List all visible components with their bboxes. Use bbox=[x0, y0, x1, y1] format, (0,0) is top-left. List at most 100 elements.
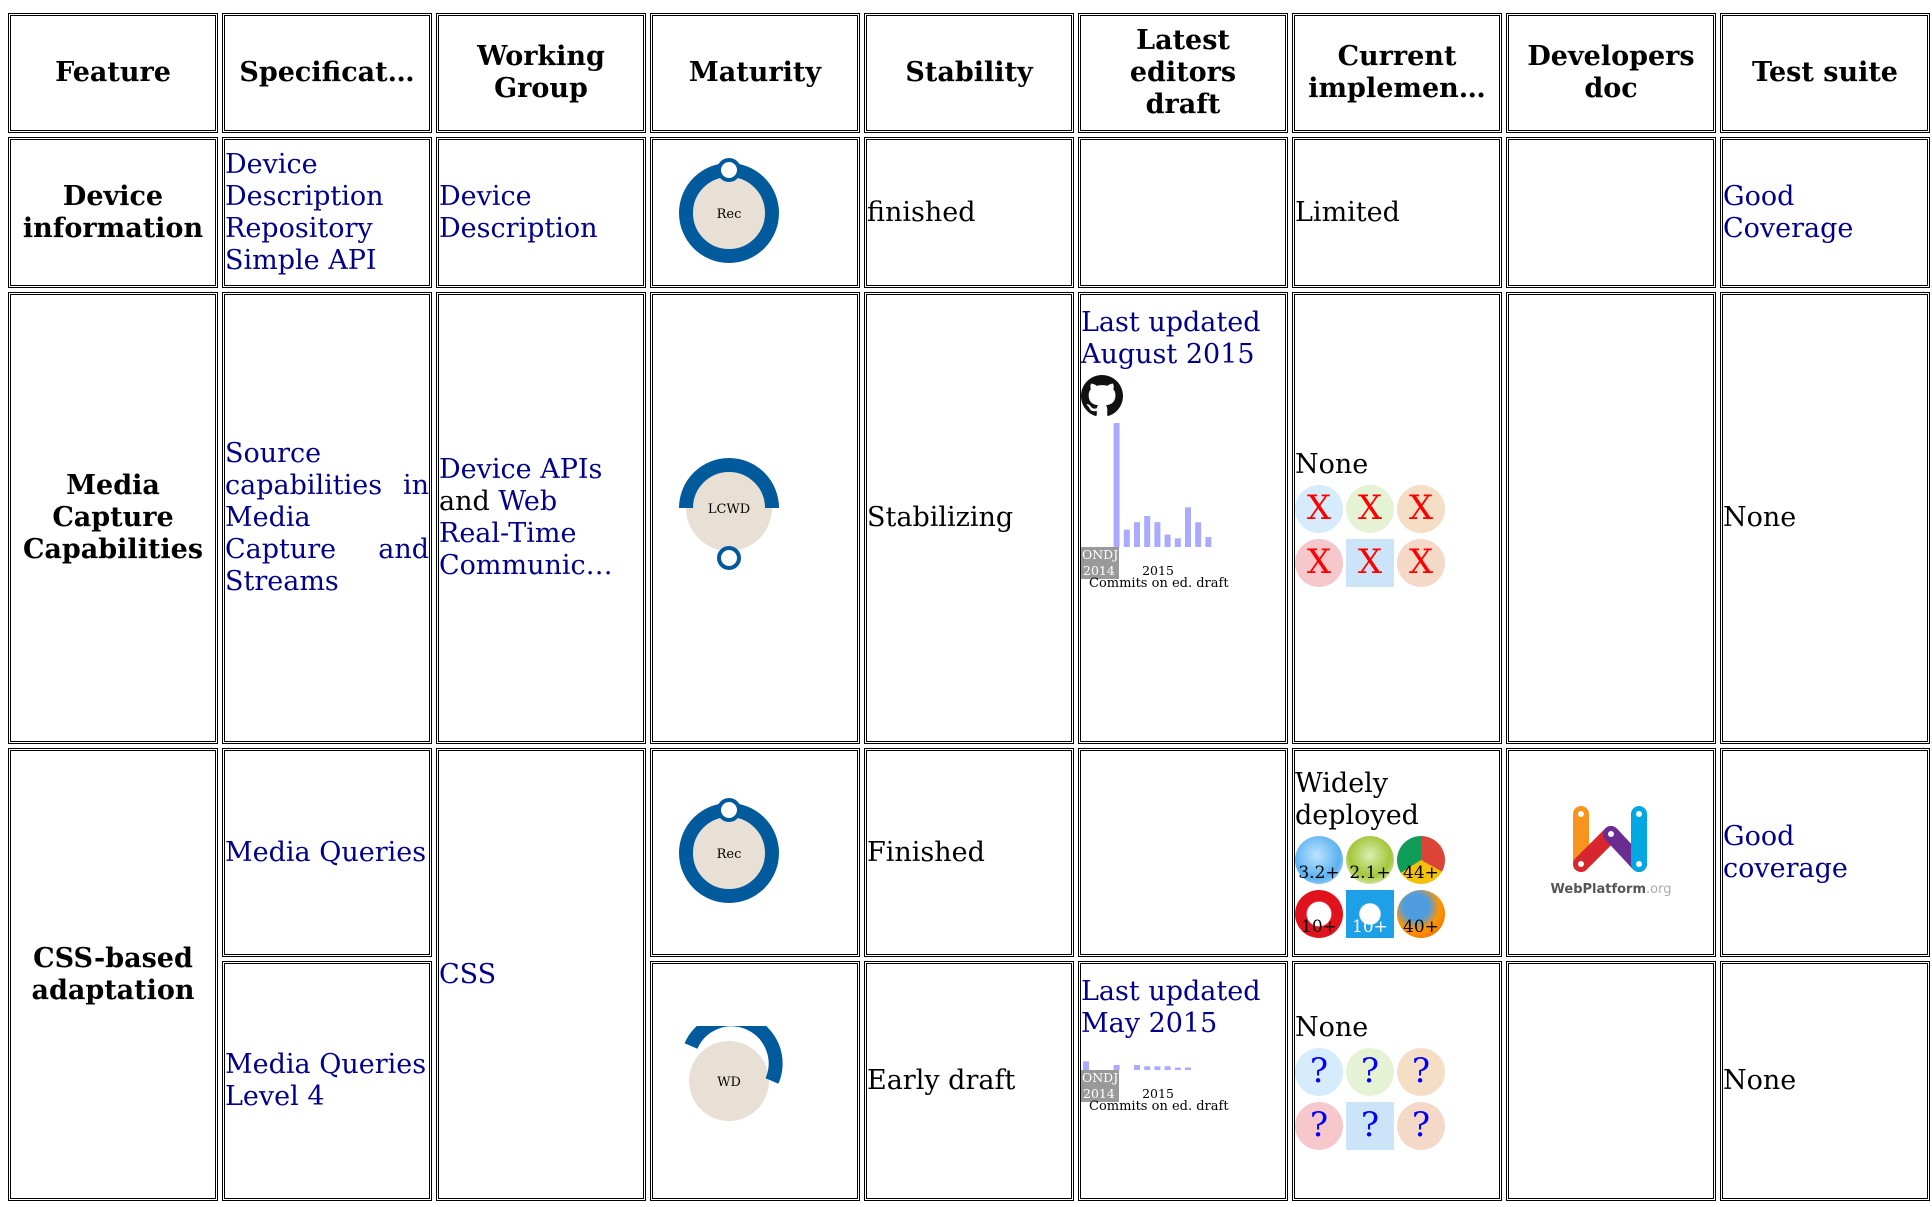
spec-link[interactable]: Source capabilities in Media Capture and… bbox=[225, 438, 429, 598]
table-row: CSS-based adaptation Media Queries CSS R… bbox=[8, 748, 1930, 1201]
stability-cell: finished bbox=[864, 137, 1074, 288]
implementation-cell: Widely deployed 3.2+ 2.1+ 44+ 10+ 10+ 40+ bbox=[1292, 748, 1502, 957]
opera-icon: ? bbox=[1295, 1102, 1343, 1150]
commit-bar bbox=[1174, 538, 1181, 547]
webplatform-label: WebPlatform bbox=[1550, 882, 1647, 897]
commits-chart: ONDJ FMAMJ J A S 2014 2015 bbox=[1081, 423, 1212, 579]
developers-doc-cell bbox=[1506, 292, 1716, 744]
maturity-dot bbox=[717, 546, 741, 570]
version-label: 3.2+ bbox=[1298, 862, 1340, 883]
draft-updated-link[interactable]: Last updated August 2015 bbox=[1081, 307, 1285, 371]
not-supported-mark: X bbox=[1306, 542, 1332, 582]
maturity-lcwd-icon: LCWD bbox=[679, 458, 779, 570]
android-icon: 2.1+ bbox=[1346, 835, 1394, 884]
commits-caption: Commits on ed. draft bbox=[1089, 1099, 1229, 1114]
not-supported-mark: X bbox=[1306, 488, 1332, 528]
webplatform-suffix: .org bbox=[1646, 882, 1672, 897]
header-row: Feature Specificat… Working Group Maturi… bbox=[8, 13, 1930, 133]
spec-link[interactable]: Media Queries Level 4 bbox=[225, 1049, 426, 1112]
opera-icon: 10+ bbox=[1295, 889, 1343, 938]
months-label: ONDJ FMAMJ J A S bbox=[1082, 1070, 1205, 1085]
spec-link[interactable]: Media Queries bbox=[225, 837, 426, 868]
firefox-icon: 40+ bbox=[1397, 889, 1445, 938]
draft-cell: Last updated August 2015 ONDJ FMAMJ J A … bbox=[1078, 292, 1288, 744]
android-icon: X bbox=[1346, 485, 1394, 533]
firefox-icon: ? bbox=[1397, 1102, 1445, 1150]
maturity-dot bbox=[717, 797, 741, 822]
webplatform-logo[interactable]: WebPlatform.org bbox=[1550, 804, 1672, 898]
draft-updated-link[interactable]: Last updated May 2015 bbox=[1081, 976, 1285, 1040]
version-label: 10+ bbox=[1301, 916, 1337, 937]
browser-icons: XXXXXX bbox=[1295, 485, 1499, 587]
commit-bar bbox=[1123, 529, 1130, 547]
version-label: 10+ bbox=[1352, 916, 1388, 937]
browser-icons: ?????? bbox=[1295, 1048, 1499, 1150]
safari-icon: 3.2+ bbox=[1295, 835, 1343, 884]
group-link[interactable]: CSS bbox=[439, 959, 496, 990]
feature-name: Media Capture Capabilities bbox=[8, 292, 218, 744]
opera-icon: X bbox=[1295, 539, 1343, 587]
version-label: 44+ bbox=[1403, 862, 1439, 883]
header-maturity: Maturity bbox=[650, 13, 860, 133]
unknown-mark: ? bbox=[1360, 1051, 1380, 1091]
maturity-label: LCWD bbox=[708, 502, 750, 517]
header-implementations: Current implemen… bbox=[1292, 13, 1502, 133]
commit-bar bbox=[1134, 522, 1140, 547]
maturity-rec-icon: Rec bbox=[679, 157, 779, 263]
draft-cell: Last updated May 2015 ONDJ FMAMJ J A S 2… bbox=[1078, 961, 1288, 1201]
header-latest-draft: Latest editors draft bbox=[1078, 13, 1288, 133]
maturity-label: WD bbox=[717, 1075, 741, 1090]
header-test-suite: Test suite bbox=[1720, 13, 1930, 133]
header-stability: Stability bbox=[864, 13, 1074, 133]
implementation-cell: None XXXXXX bbox=[1292, 292, 1502, 744]
maturity-wd-icon: WD bbox=[684, 1026, 783, 1121]
implementation-status: None bbox=[1295, 449, 1369, 480]
not-supported-mark: X bbox=[1357, 542, 1383, 582]
unknown-mark: ? bbox=[1360, 1105, 1380, 1145]
test-suite-link[interactable]: Good Coverage bbox=[1723, 181, 1853, 244]
group-cell: Device Description bbox=[436, 137, 646, 288]
implementation-cell: Limited bbox=[1292, 137, 1502, 288]
maturity-dot bbox=[717, 157, 741, 182]
header-working-group: Working Group bbox=[436, 13, 646, 133]
group-cell: CSS bbox=[436, 748, 646, 1201]
unknown-mark: ? bbox=[1309, 1051, 1329, 1091]
months-label: ONDJ FMAMJ J A S bbox=[1082, 547, 1205, 562]
maturity-cell: Rec bbox=[650, 748, 860, 957]
version-label: 40+ bbox=[1403, 916, 1439, 937]
stability-cell: Finished bbox=[864, 748, 1074, 957]
unknown-mark: ? bbox=[1411, 1105, 1431, 1145]
maturity-cell: Rec bbox=[650, 137, 860, 288]
spec-cell: Source capabilities in Media Capture and… bbox=[222, 292, 432, 744]
implementation-status: None bbox=[1295, 1012, 1369, 1043]
header-developers-doc: Developers doc bbox=[1506, 13, 1716, 133]
commit-bars bbox=[1083, 1061, 1191, 1070]
ie-icon: 10+ bbox=[1346, 889, 1394, 938]
test-suite-cell: None bbox=[1720, 961, 1930, 1201]
github-icon[interactable] bbox=[1081, 375, 1123, 417]
test-suite-link[interactable]: Good coverage bbox=[1723, 821, 1848, 884]
commit-bar bbox=[1185, 507, 1191, 547]
spec-status-table: Feature Specificat… Working Group Maturi… bbox=[4, 9, 1932, 1205]
group-link-device-apis[interactable]: Device APIs bbox=[439, 454, 602, 485]
maturity-cell: LCWD bbox=[650, 292, 860, 744]
spec-link[interactable]: Device Description Repository Simple API bbox=[225, 149, 384, 276]
maturity-label: Rec bbox=[717, 207, 742, 222]
spec-cell: Media Queries Level 4 bbox=[222, 961, 432, 1201]
version-label: 2.1+ bbox=[1349, 862, 1391, 883]
spec-cell: Media Queries bbox=[222, 748, 432, 957]
not-supported-mark: X bbox=[1357, 488, 1383, 528]
feature-name: Device information bbox=[8, 137, 218, 288]
stability-cell: Stabilizing bbox=[864, 292, 1074, 744]
feature-name: CSS-based adaptation bbox=[8, 748, 218, 1201]
maturity-label: Rec bbox=[717, 847, 742, 862]
group-link[interactable]: Device Description bbox=[439, 181, 598, 244]
group-and: and bbox=[439, 486, 499, 517]
unknown-mark: ? bbox=[1411, 1051, 1431, 1091]
draft-cell bbox=[1078, 748, 1288, 957]
commit-bars bbox=[1113, 423, 1212, 547]
commits-caption: Commits on ed. draft bbox=[1089, 576, 1229, 591]
test-suite-cell: Good Coverage bbox=[1720, 137, 1930, 288]
ie-icon: X bbox=[1346, 539, 1394, 587]
implementation-status: Widely deployed bbox=[1295, 767, 1419, 831]
